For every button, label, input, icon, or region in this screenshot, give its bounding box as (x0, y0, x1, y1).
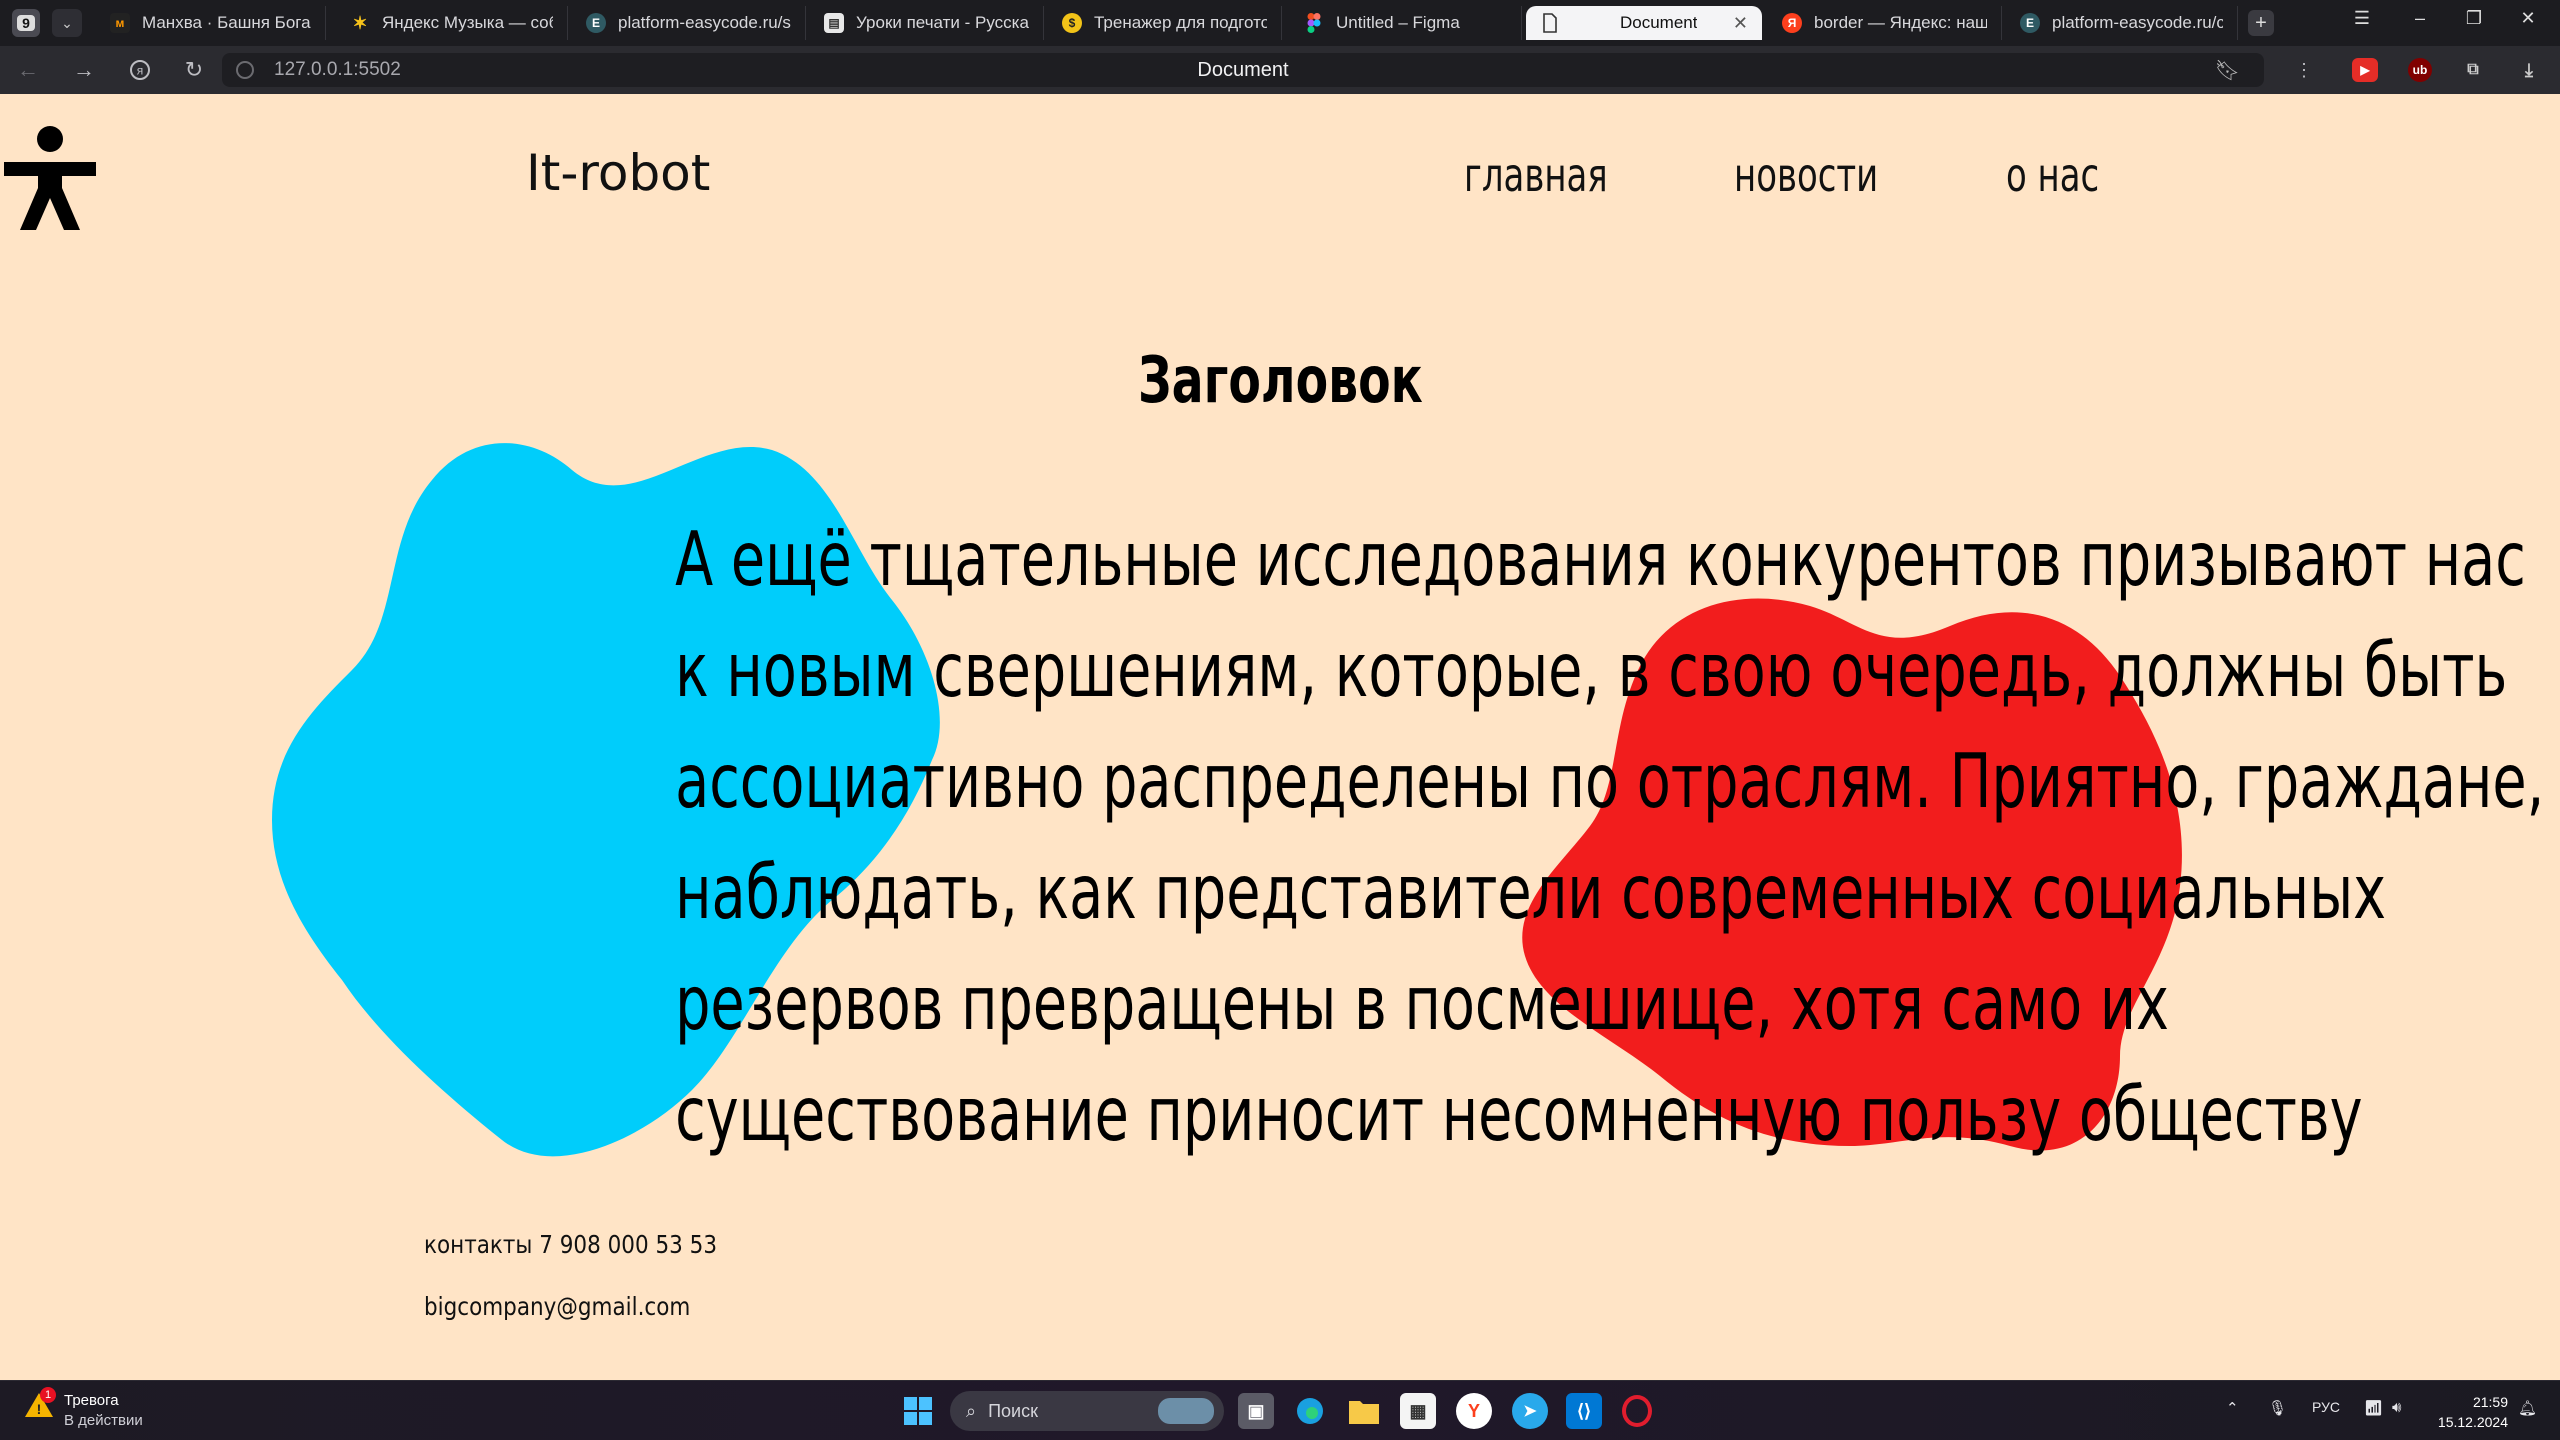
bookmark-icon[interactable]: 🔖︎ (2215, 58, 2240, 83)
tab-counter-button[interactable]: 9 (12, 9, 40, 37)
tab-title: Untitled – Figma (1336, 13, 1460, 32)
paragraph-line: наблюдать, как представители современных… (675, 848, 2387, 936)
wifi-icon[interactable]: 📶︎ (2364, 1399, 2383, 1417)
nav-link-news[interactable]: новости (1734, 148, 1878, 202)
site-logo[interactable]: It-robot (526, 144, 710, 202)
task-view-icon[interactable]: ▣ (1238, 1393, 1274, 1429)
telegram-icon[interactable]: ➤ (1512, 1393, 1548, 1429)
vscode-icon[interactable]: ⟨⟩ (1566, 1393, 1602, 1429)
close-window-icon[interactable]: ✕ (2508, 8, 2548, 29)
main-heading: Заголовок (0, 344, 2560, 418)
back-arrow-icon[interactable]: ← (12, 56, 44, 84)
tab-title: border — Яндекс: нашло (1814, 13, 1987, 32)
yandex-icon: Я (1782, 13, 1802, 33)
tab-document-active[interactable]: Document ✕ (1526, 6, 1762, 40)
tab-title: Яндекс Музыка — собир (382, 13, 553, 32)
tab-title: Тренажер для подготов (1094, 13, 1267, 32)
opera-icon[interactable] (1622, 1395, 1652, 1427)
tab-easycode-2[interactable]: E platform-easycode.ru/co (2006, 6, 2238, 40)
heading-text: Заголовок (1137, 344, 1423, 418)
tab-title: Манхва · Башня Бога · Ч (142, 13, 311, 32)
windows-taskbar: ! 1 Тревога В действии ⌕ Поиск ▣ ▦ Y ➤ ⟨… (0, 1380, 2560, 1440)
document-icon (1540, 13, 1560, 33)
typing-icon: ▤ (824, 13, 844, 33)
easycode-icon: E (586, 13, 606, 33)
windows-start-icon[interactable] (900, 1393, 936, 1429)
tab-typing-lessons[interactable]: ▤ Уроки печати - Русская (810, 6, 1044, 40)
tab-manga[interactable]: м Манхва · Башня Бога · Ч (96, 6, 326, 40)
body-paragraph: А ещё тщательные исследования конкуренто… (675, 504, 2545, 1170)
taskbar-clock[interactable]: 21:59 15.12.2024 (2434, 1392, 2508, 1432)
paragraph-line: А ещё тщательные исследования конкуренто… (675, 515, 2526, 603)
svg-text:я: я (137, 64, 144, 78)
browser-menu-icon[interactable]: ☰ (2342, 8, 2382, 29)
tab-title: platform-easycode.ru/co (2052, 13, 2223, 32)
alert-badge: 1 (40, 1387, 56, 1403)
tab-trainer[interactable]: $ Тренажер для подготов (1048, 6, 1282, 40)
ublock-extension-icon[interactable]: ub (2408, 58, 2432, 82)
tab-title: Уроки печати - Русская (856, 13, 1029, 32)
file-explorer-icon[interactable] (1346, 1393, 1382, 1429)
yandex-music-icon: ✶ (352, 12, 368, 33)
search-placeholder: Поиск (988, 1400, 1038, 1421)
nav-link-home[interactable]: главная (1464, 148, 1608, 202)
extensions-icon[interactable]: ⧉ (2460, 58, 2486, 82)
contact-email[interactable]: bigcompany@gmail.com (424, 1292, 690, 1321)
volume-icon[interactable]: 🔊︎ (2392, 1399, 2401, 1416)
nav-link-about[interactable]: о нас (2006, 148, 2099, 202)
reload-icon[interactable]: ↻ (178, 56, 210, 84)
paragraph-line: существование приносит несомненную польз… (675, 1070, 2363, 1158)
mangalib-icon: м (110, 13, 130, 33)
new-tab-plus-icon[interactable]: + (2248, 10, 2274, 36)
alert-widget[interactable]: ! 1 Тревога В действии (24, 1387, 143, 1431)
tab-strip: 9 ⌄ м Манхва · Башня Бога · Ч ✶ Яндекс М… (0, 0, 2560, 46)
paragraph-line: ассоциативно распределены по отраслям. П… (675, 737, 2545, 825)
figma-icon (1304, 13, 1324, 33)
downloads-icon[interactable]: ⤓ (2516, 58, 2542, 82)
tab-yandex-music[interactable]: ✶ Яндекс Музыка — собир (336, 6, 568, 40)
tab-title: platform-easycode.ru/su (618, 13, 791, 32)
contact-phone: контакты 7 908 000 53 53 (424, 1230, 718, 1259)
tab-count: 9 (17, 15, 35, 31)
warning-icon: ! 1 (24, 1387, 56, 1419)
yandex-browser-icon[interactable]: Y (1456, 1393, 1492, 1429)
notification-bell-icon[interactable]: 🔔︎ (2518, 1399, 2537, 1417)
tray-chevron-icon[interactable]: ⌃ (2226, 1399, 2239, 1417)
minimize-icon[interactable]: – (2400, 8, 2440, 29)
address-bar: ← → я ↻ 127.0.0.1:5502 Document 🔖︎ ⋮ ▶ u… (0, 46, 2560, 94)
alert-title: Тревога (64, 1392, 119, 1409)
yandex-home-icon[interactable]: я (124, 56, 156, 84)
paragraph-line: резервов превращены в посмешище, хотя са… (675, 959, 2169, 1047)
accessibility-icon[interactable] (0, 122, 100, 232)
language-indicator[interactable]: РУС (2312, 1399, 2340, 1415)
search-icon: ⌕ (966, 1400, 977, 1421)
alert-subtitle: В действии (64, 1412, 143, 1429)
url-field[interactable]: 127.0.0.1:5502 Document 🔖︎ (222, 53, 2264, 87)
microsoft-store-icon[interactable]: ▦ (1400, 1393, 1436, 1429)
page-viewport: It-robot главная новости о нас Заголовок… (0, 94, 2560, 1380)
youtube-extension-icon[interactable]: ▶ (2352, 58, 2378, 82)
tab-easycode-1[interactable]: E platform-easycode.ru/su (572, 6, 806, 40)
clock-date: 15.12.2024 (2437, 1414, 2508, 1430)
coin-icon: $ (1062, 13, 1082, 33)
tab-yandex-search[interactable]: Я border — Яндекс: нашло (1768, 6, 2002, 40)
paragraph-line: к новым свершениям, которые, в свою очер… (675, 626, 2508, 714)
easycode-icon: E (2020, 13, 2040, 33)
tab-list-chevron-icon[interactable]: ⌄ (52, 9, 82, 37)
svg-text:!: ! (37, 1401, 42, 1417)
taskbar-search-field[interactable]: ⌕ Поиск (950, 1391, 1224, 1431)
page-title: Document (1197, 59, 1289, 81)
search-highlight-icon (1158, 1398, 1214, 1424)
forward-arrow-icon[interactable]: → (68, 56, 100, 84)
tab-figma[interactable]: Untitled – Figma (1290, 6, 1522, 40)
restore-icon[interactable]: ❐ (2454, 8, 2494, 29)
tab-title: Document (1620, 13, 1698, 32)
more-menu-icon[interactable]: ⋮ (2288, 56, 2320, 84)
clock-time: 21:59 (2472, 1394, 2508, 1410)
microphone-icon[interactable]: 🎙︎ (2268, 1399, 2287, 1417)
close-tab-icon[interactable]: ✕ (1733, 13, 1748, 34)
edge-browser-icon[interactable] (1292, 1393, 1328, 1429)
